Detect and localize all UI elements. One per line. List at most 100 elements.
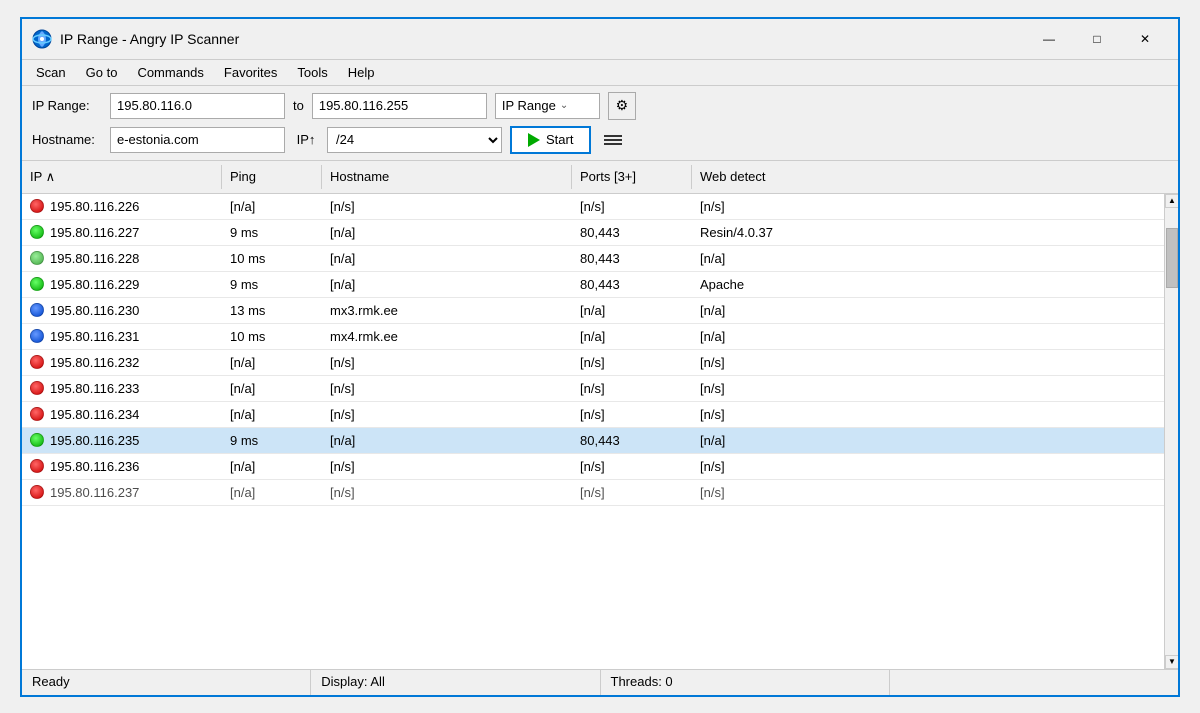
status-dot <box>30 485 44 499</box>
ping-cell: 13 ms <box>222 300 322 321</box>
maximize-button[interactable]: □ <box>1074 25 1120 53</box>
web-cell: [n/a] <box>692 326 1164 347</box>
gear-icon: ⚙ <box>616 97 629 114</box>
status-threads: Threads: 0 <box>601 670 890 695</box>
hostname-cell: [n/s] <box>322 404 572 425</box>
ip-end-input[interactable] <box>312 93 487 119</box>
hostname-input[interactable] <box>110 127 285 153</box>
menu-item-tools[interactable]: Tools <box>289 62 335 83</box>
ping-cell: [n/a] <box>222 456 322 477</box>
table-row[interactable]: 195.80.116.234[n/a][n/s][n/s][n/s] <box>22 402 1164 428</box>
menu-item-scan[interactable]: Scan <box>28 62 74 83</box>
status-dot <box>30 355 44 369</box>
col-header-ip[interactable]: IP ∧ <box>22 165 222 189</box>
table-row[interactable]: 195.80.116.22810 ms[n/a]80,443[n/a] <box>22 246 1164 272</box>
ports-cell: [n/a] <box>572 300 692 321</box>
status-dot <box>30 277 44 291</box>
hostname-cell: [n/s] <box>322 352 572 373</box>
web-cell: [n/s] <box>692 196 1164 217</box>
scroll-thumb[interactable] <box>1166 228 1178 288</box>
table-header: IP ∧ Ping Hostname Ports [3+] Web detect <box>22 161 1178 194</box>
web-cell: Apache <box>692 274 1164 295</box>
scroll-track[interactable] <box>1165 208 1178 655</box>
ping-cell: [n/a] <box>222 378 322 399</box>
ip-address: 195.80.116.228 <box>50 251 139 266</box>
table-row[interactable]: 195.80.116.23110 msmx4.rmk.ee[n/a][n/a] <box>22 324 1164 350</box>
ip-start-input[interactable] <box>110 93 285 119</box>
lines-icon <box>604 143 622 145</box>
table-container: 195.80.116.226[n/a][n/s][n/s][n/s]195.80… <box>22 194 1178 669</box>
hostname-cell: [n/s] <box>322 378 572 399</box>
settings-button[interactable]: ⚙ <box>608 92 636 120</box>
table-row[interactable]: 195.80.116.226[n/a][n/s][n/s][n/s] <box>22 194 1164 220</box>
col-header-hostname[interactable]: Hostname <box>322 165 572 189</box>
ip-address: 195.80.116.226 <box>50 199 139 214</box>
window-controls: — □ ✕ <box>1026 25 1168 53</box>
range-type-label: IP Range <box>502 98 556 113</box>
minimize-button[interactable]: — <box>1026 25 1072 53</box>
status-ready: Ready <box>22 670 311 695</box>
scroll-up-arrow[interactable]: ▲ <box>1165 194 1178 208</box>
status-dot <box>30 381 44 395</box>
hostname-cell: [n/s] <box>322 456 572 477</box>
ping-cell: 9 ms <box>222 430 322 451</box>
menu-item-commands[interactable]: Commands <box>129 62 211 83</box>
close-button[interactable]: ✕ <box>1122 25 1168 53</box>
toolbar-row-1: IP Range: to IP Range ⌄ ⚙ <box>32 92 1168 120</box>
ports-cell: [n/s] <box>572 456 692 477</box>
table-row[interactable]: 195.80.116.2299 ms[n/a]80,443Apache <box>22 272 1164 298</box>
sort-icon: ∧ <box>46 169 56 184</box>
status-dot <box>30 303 44 317</box>
play-icon <box>528 133 540 147</box>
menu-bar: ScanGo toCommandsFavoritesToolsHelp <box>22 60 1178 86</box>
web-cell: [n/a] <box>692 300 1164 321</box>
hostname-cell: [n/a] <box>322 222 572 243</box>
status-bar: Ready Display: All Threads: 0 <box>22 669 1178 695</box>
status-dot <box>30 459 44 473</box>
lines-icon <box>604 135 622 137</box>
menu-item-go-to[interactable]: Go to <box>78 62 126 83</box>
ip-cell: 195.80.116.226 <box>22 196 222 217</box>
table-row[interactable]: 195.80.116.23013 msmx3.rmk.ee[n/a][n/a] <box>22 298 1164 324</box>
ping-cell: [n/a] <box>222 482 322 503</box>
status-display: Display: All <box>311 670 600 695</box>
web-cell: [n/s] <box>692 352 1164 373</box>
hostname-cell: [n/a] <box>322 274 572 295</box>
menu-item-help[interactable]: Help <box>340 62 383 83</box>
web-cell: Resin/4.0.37 <box>692 222 1164 243</box>
ports-cell: 80,443 <box>572 430 692 451</box>
table-row[interactable]: 195.80.116.232[n/a][n/s][n/s][n/s] <box>22 350 1164 376</box>
dropdown-arrow-icon: ⌄ <box>560 100 568 111</box>
ip-address: 195.80.116.232 <box>50 355 139 370</box>
title-bar: IP Range - Angry IP Scanner — □ ✕ <box>22 19 1178 60</box>
ports-cell: 80,443 <box>572 222 692 243</box>
web-cell: [n/s] <box>692 404 1164 425</box>
start-button[interactable]: Start <box>510 126 591 154</box>
ping-cell: [n/a] <box>222 196 322 217</box>
web-cell: [n/s] <box>692 378 1164 399</box>
ports-cell: [n/s] <box>572 196 692 217</box>
ip-address: 195.80.116.231 <box>50 329 139 344</box>
status-dot <box>30 407 44 421</box>
col-header-ports[interactable]: Ports [3+] <box>572 165 692 189</box>
ip-cell: 195.80.116.236 <box>22 456 222 477</box>
table-row[interactable]: 195.80.116.233[n/a][n/s][n/s][n/s] <box>22 376 1164 402</box>
table-row[interactable]: 195.80.116.2279 ms[n/a]80,443Resin/4.0.3… <box>22 220 1164 246</box>
status-dot <box>30 225 44 239</box>
col-header-ping[interactable]: Ping <box>222 165 322 189</box>
ip-type-label: IP↑ <box>293 132 319 147</box>
ports-cell: [n/s] <box>572 482 692 503</box>
menu-item-favorites[interactable]: Favorites <box>216 62 285 83</box>
scrollbar[interactable]: ▲ ▼ <box>1164 194 1178 669</box>
display-options-button[interactable] <box>599 126 627 154</box>
table-row[interactable]: 195.80.116.237[n/a][n/s][n/s][n/s] <box>22 480 1164 506</box>
cidr-select[interactable]: /24 /16 /8 <box>327 127 502 153</box>
range-type-select[interactable]: IP Range ⌄ <box>495 93 600 119</box>
ip-address: 195.80.116.236 <box>50 459 139 474</box>
table-row[interactable]: 195.80.116.236[n/a][n/s][n/s][n/s] <box>22 454 1164 480</box>
ports-cell: 80,443 <box>572 274 692 295</box>
scroll-down-arrow[interactable]: ▼ <box>1165 655 1178 669</box>
col-header-web[interactable]: Web detect <box>692 165 1178 189</box>
table-row[interactable]: 195.80.116.2359 ms[n/a]80,443[n/a] <box>22 428 1164 454</box>
ip-address: 195.80.116.230 <box>50 303 139 318</box>
